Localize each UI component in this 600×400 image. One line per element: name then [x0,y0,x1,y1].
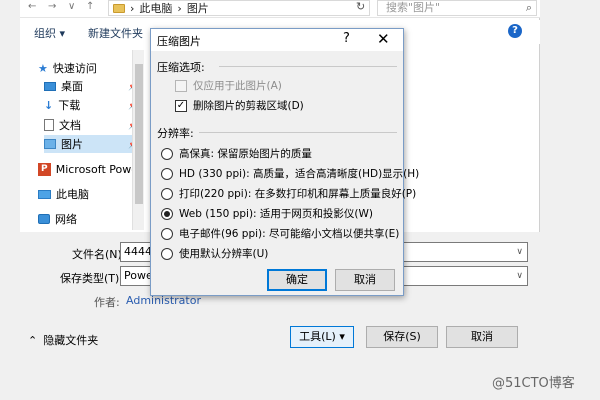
close-icon[interactable]: ✕ [377,30,390,48]
path-segment-this-pc[interactable]: 此电脑 [139,0,172,16]
radio-label[interactable]: 高保真: 保留原始图片的质量 [179,146,312,161]
radio-label[interactable]: HD (330 ppi): 高质量，适合高清晰度(HD)显示(H) [179,166,419,181]
powerpoint-icon: P [38,162,51,176]
scroll-thumb[interactable] [135,64,143,204]
nav-item-label: 桌面 [61,80,83,93]
desktop-icon [44,81,56,91]
resolution-hd-330[interactable]: HD (330 ppi): 高质量，适合高清晰度(HD)显示(H) [161,166,419,181]
watermark-text: @51CTO博客 [492,376,575,391]
nav-item-microsoft-powerpoint[interactable]: P Microsoft Powe [38,160,138,178]
nav-item-downloads[interactable]: ↓ 下载 📌 [44,96,138,114]
resolution-print-220[interactable]: 打印(220 ppi): 在多数打印机和屏幕上质量良好(P) [161,186,416,201]
recent-dropdown-icon[interactable]: ∨ [68,1,75,12]
tools-button-label: 工具(L) [299,330,336,343]
nav-item-label: 下载 [58,99,81,112]
filename-value: 4444 [124,245,152,258]
filename-label: 文件名(N): [72,248,126,261]
computer-icon [38,189,51,199]
filetype-label: 保存类型(T): [60,272,124,285]
nav-scrollbar[interactable] [132,50,144,230]
organize-button[interactable]: 组织 ▾ [34,25,65,41]
radio-print-220[interactable] [161,187,173,200]
search-input[interactable]: 搜索"图片" ⌕ [377,0,537,16]
resolution-email-96[interactable]: 电子邮件(96 ppi): 尽可能缩小文档以便共享(E) [161,226,399,241]
filetype-value: Powe [124,269,153,282]
tools-button[interactable]: 工具(L) ▾ [290,326,354,348]
apply-only-this-picture-option: 仅应用于此图片(A) [175,78,282,93]
chevron-up-icon: ⌃ [28,333,38,347]
delete-cropped-checkbox[interactable]: ✓ [175,99,187,112]
chevron-down-icon[interactable]: ∨ [516,267,523,285]
navigation-pane: ★ 快速访问 桌面 📌 ↓ 下载 📌 文档 📌 图片 📌 P Microsoft… [20,50,138,230]
folder-icon [113,3,125,13]
dialog-title: 压缩图片 [157,35,201,48]
resolution-high-fidelity[interactable]: 高保真: 保留原始图片的质量 [161,146,312,161]
radio-label[interactable]: 使用默认分辨率(U) [179,246,268,261]
cancel-button[interactable]: 取消 [335,269,395,291]
chevron-down-icon[interactable]: ∨ [516,243,523,261]
delete-cropped-label[interactable]: 删除图片的剪裁区域(D) [193,98,304,113]
nav-item-pictures[interactable]: 图片 📌 [44,135,138,153]
nav-item-label: Microsoft Powe [55,162,138,176]
network-icon [38,214,50,224]
new-folder-button[interactable]: 新建文件夹 [88,25,143,41]
document-icon [44,119,54,131]
search-placeholder: 搜索"图片" [386,1,441,14]
refresh-icon[interactable]: ↻ [356,0,365,13]
resolution-heading: 分辨率: [157,127,194,140]
group-divider [219,66,397,67]
apply-only-checkbox [175,79,187,92]
radio-label[interactable]: 打印(220 ppi): 在多数打印机和屏幕上质量良好(P) [179,186,416,201]
search-icon: ⌕ [525,1,532,14]
compress-pictures-dialog: 压缩图片 ? ✕ 压缩选项: 仅应用于此图片(A) ✓ 删除图片的剪裁区域(D)… [150,28,419,296]
forward-arrow-icon[interactable]: → [48,1,56,12]
help-icon[interactable]: ? [508,24,522,38]
dialog-titlebar[interactable]: 压缩图片 ? ✕ [151,29,403,51]
nav-item-network[interactable]: 网络 [38,210,138,228]
radio-label[interactable]: Web (150 ppi): 适用于网页和投影仪(W) [179,206,373,221]
address-bar: ← → ∨ ↑ › 此电脑 › 图片 ↻ 搜索"图片" ⌕ [20,0,540,18]
nav-item-documents[interactable]: 文档 📌 [44,116,138,134]
nav-item-label: 图片 [61,138,83,151]
delete-cropped-areas-option[interactable]: ✓ 删除图片的剪裁区域(D) [175,98,304,113]
resolution-web-150[interactable]: Web (150 ppi): 适用于网页和投影仪(W) [161,206,373,221]
download-icon: ↓ [44,98,54,112]
save-button[interactable]: 保存(S) [366,326,438,348]
path-separator: › [130,1,135,15]
radio-web-150[interactable] [161,207,173,220]
hide-folders-label: 隐藏文件夹 [43,334,99,347]
help-icon[interactable]: ? [343,31,350,46]
ok-button[interactable]: 确定 [267,269,327,291]
star-icon: ★ [38,61,48,75]
path-separator: › [177,1,182,15]
nav-item-quick-access[interactable]: ★ 快速访问 [38,59,138,77]
up-arrow-icon[interactable]: ↑ [86,1,94,12]
radio-email-96[interactable] [161,227,173,240]
radio-label[interactable]: 电子邮件(96 ppi): 尽可能缩小文档以便共享(E) [179,226,399,241]
author-label: 作者: [94,296,120,309]
hide-folders-toggle[interactable]: ⌃ 隐藏文件夹 [28,332,98,348]
apply-only-label: 仅应用于此图片(A) [193,80,282,92]
path-segment-pictures[interactable]: 图片 [187,0,209,16]
radio-high-fidelity[interactable] [161,147,173,160]
compression-options-heading: 压缩选项: [157,61,205,74]
group-divider [199,132,397,133]
nav-item-label: 文档 [59,119,81,132]
nav-item-this-pc[interactable]: 此电脑 [38,185,138,203]
nav-item-label: 此电脑 [56,188,89,201]
radio-default[interactable] [161,247,173,260]
cancel-button[interactable]: 取消 [446,326,518,348]
nav-item-label: 网络 [55,213,77,226]
picture-folder-icon [44,139,56,149]
address-path[interactable]: › 此电脑 › 图片 [108,0,370,16]
dialog-footer: ⌃ 隐藏文件夹 工具(L) ▾ 保存(S) 取消 [20,322,540,352]
radio-hd-330[interactable] [161,167,173,180]
resolution-default[interactable]: 使用默认分辨率(U) [161,246,268,261]
nav-item-desktop[interactable]: 桌面 📌 [44,77,138,95]
back-arrow-icon[interactable]: ← [28,1,36,12]
nav-item-label: 快速访问 [52,62,97,75]
